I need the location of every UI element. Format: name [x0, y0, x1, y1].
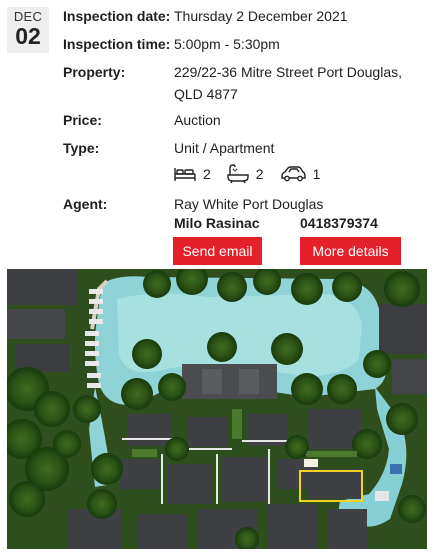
type-value: Unit / Apartment	[174, 140, 275, 156]
car-icon	[279, 165, 307, 183]
inspection-time-value: 5:00pm - 5:30pm	[174, 36, 280, 52]
agent-phone[interactable]: 0418379374	[300, 213, 378, 233]
property-address: 229/22-36 Mitre Street Port Douglas, QLD…	[174, 64, 403, 102]
bath-icon	[226, 164, 250, 184]
property-aerial-photo	[7, 269, 427, 549]
property-features: 2 2 1	[173, 163, 335, 185]
send-email-button[interactable]: Send email	[173, 237, 262, 265]
bedrooms-count: 2	[203, 166, 211, 182]
property-label: Property:	[63, 64, 126, 80]
date-day: 02	[15, 23, 41, 49]
more-details-button[interactable]: More details	[300, 237, 401, 265]
date-month: DEC	[13, 9, 43, 24]
date-badge: DEC 02	[7, 7, 49, 53]
inspection-time-label: Inspection time:	[63, 36, 171, 52]
bed-icon	[173, 165, 197, 183]
inspection-date-label: Inspection date:	[63, 8, 171, 24]
parking-feature: 1	[279, 165, 321, 183]
agency-name: Ray White Port Douglas	[174, 196, 324, 212]
bathrooms-feature: 2	[226, 164, 264, 184]
agent-name: Milo Rasinac	[174, 215, 260, 231]
price-value: Auction	[174, 112, 221, 128]
price-label: Price:	[63, 112, 102, 128]
bathrooms-count: 2	[255, 166, 264, 182]
agent-label: Agent:	[63, 196, 108, 212]
type-label: Type:	[63, 140, 100, 156]
bedrooms-feature: 2	[173, 165, 211, 183]
parking-count: 1	[312, 166, 321, 182]
inspection-date-value: Thursday 2 December 2021	[174, 8, 348, 24]
